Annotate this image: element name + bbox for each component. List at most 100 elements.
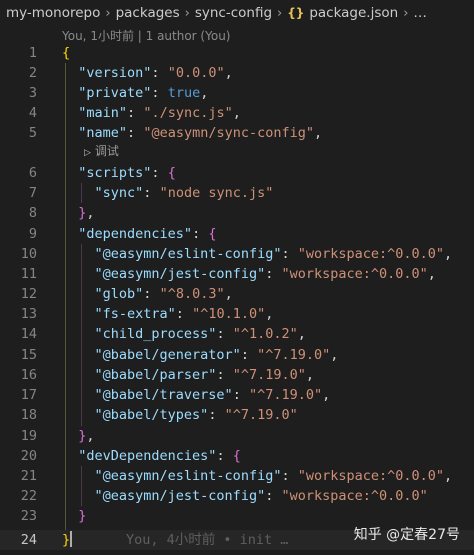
line-code: "@easymn/jest-config": "workspace:^0.0.0… — [62, 264, 436, 284]
code-token: , — [314, 125, 323, 141]
code-line[interactable]: 16 "@babel/parser": "^7.19.0", — [0, 365, 474, 385]
line-code: "child_process": "^1.0.2", — [62, 324, 306, 344]
code-token: , — [305, 367, 314, 383]
code-token: : — [216, 448, 233, 464]
code-line[interactable]: 13 "fs-extra": "^10.1.0", — [0, 304, 474, 324]
code-line[interactable]: 22 "@easymn/jest-config": "workspace:^0.… — [0, 486, 474, 506]
code-token: : — [208, 407, 225, 423]
code-token: "devDependencies" — [78, 448, 217, 464]
line-number: 8 — [28, 205, 37, 221]
code-token: "workspace:^0.0.0" — [281, 266, 428, 282]
code-line[interactable]: 17 "@babel/traverse": "^7.19.0", — [0, 385, 474, 405]
code-line[interactable]: 2 "version": "0.0.0", — [0, 63, 474, 83]
line-number: 11 — [20, 266, 37, 282]
line-code: "@babel/parser": "^7.19.0", — [62, 365, 314, 385]
code-token: : — [175, 306, 193, 322]
code-line[interactable]: 9 "dependencies": { — [0, 224, 474, 244]
code-token: "workspace:^0.0.0" — [297, 246, 445, 262]
play-icon: ▷ — [84, 148, 91, 158]
line-number: 3 — [28, 85, 37, 101]
line-code: "dependencies": { — [62, 224, 216, 244]
breadcrumb-item-packages[interactable]: packages — [116, 5, 180, 21]
code-line[interactable]: 6 "scripts": { — [0, 163, 474, 183]
breadcrumb-more[interactable]: … — [413, 5, 427, 21]
code-token: "workspace:^0.0.0" — [297, 468, 445, 484]
line-code: } — [62, 530, 73, 550]
code-line[interactable]: 4 "main": "./sync.js", — [0, 103, 474, 123]
line-code: }, — [62, 426, 94, 446]
code-line[interactable]: 7 "sync": "node sync.js" — [0, 183, 474, 203]
inline-git-blame[interactable]: You, 4小时前 • init … — [126, 530, 288, 550]
breadcrumb-item-file[interactable]: package.json — [309, 5, 398, 21]
line-number: 10 — [20, 246, 37, 262]
code-token: : — [151, 165, 168, 181]
code-token: , — [200, 85, 209, 101]
code-line[interactable]: 19 }, — [0, 426, 474, 446]
code-line[interactable]: 20 "devDependencies": { — [0, 446, 474, 466]
code-token: "workspace:^0.0.0" — [281, 488, 428, 504]
code-token: } — [78, 508, 87, 524]
code-token: "^7.19.0" — [248, 387, 323, 403]
code-token: : — [143, 286, 160, 302]
code-token: "@easymn/jest-config" — [94, 266, 266, 282]
code-token: "0.0.0" — [167, 65, 225, 81]
line-number: 4 — [28, 105, 37, 121]
line-code: "@babel/generator": "^7.19.0", — [62, 345, 339, 365]
breadcrumb: my-monorepo › packages › sync-config › {… — [0, 0, 474, 26]
line-code: "private": true, — [62, 83, 208, 103]
line-code: "@babel/types": "^7.19.0" — [62, 405, 298, 425]
code-line[interactable]: 11 "@easymn/jest-config": "workspace:^0.… — [0, 264, 474, 284]
code-token: "scripts" — [78, 165, 152, 181]
line-number: 14 — [20, 326, 37, 342]
code-line[interactable]: 1{ — [0, 43, 474, 63]
code-token: "@babel/types" — [94, 407, 209, 423]
line-number: 19 — [20, 428, 37, 444]
code-token: , — [224, 286, 233, 302]
line-code: { — [62, 43, 70, 63]
code-token: : — [265, 488, 282, 504]
code-token: "glob" — [94, 286, 144, 302]
code-token: , — [297, 326, 306, 342]
code-line[interactable]: 5 "name": "@easymn/sync-config", — [0, 123, 474, 143]
codelens-label: 调试 — [94, 144, 119, 158]
breadcrumb-item-root[interactable]: my-monorepo — [6, 5, 100, 21]
watermark: 知乎 @定春27号 — [353, 527, 460, 543]
code-line[interactable]: 14 "child_process": "^1.0.2", — [0, 324, 474, 344]
code-line[interactable]: 15 "@babel/generator": "^7.19.0", — [0, 345, 474, 365]
code-token: : — [265, 266, 282, 282]
debug-codelens[interactable]: ▷ 调试 — [84, 142, 119, 160]
code-token: "./sync.js" — [143, 105, 233, 121]
code-token: "node sync.js" — [159, 185, 274, 201]
code-token: , — [444, 468, 453, 484]
line-code: "main": "./sync.js", — [62, 103, 241, 123]
code-line[interactable]: 10 "@easymn/eslint-config": "workspace:^… — [0, 244, 474, 264]
line-number: 9 — [28, 226, 37, 242]
code-token: "version" — [78, 65, 152, 81]
code-token: "private" — [78, 85, 152, 101]
code-token: , — [322, 387, 331, 403]
code-token: : — [151, 85, 168, 101]
breadcrumb-item-sync-config[interactable]: sync-config — [195, 5, 272, 21]
code-line[interactable]: 3 "private": true, — [0, 83, 474, 103]
line-number: 6 — [28, 165, 37, 181]
code-token: , — [86, 205, 95, 221]
code-line[interactable]: 21 "@easymn/eslint-config": "workspace:^… — [0, 466, 474, 486]
code-token: "^10.1.0" — [192, 306, 266, 322]
code-token: "^8.0.3" — [159, 286, 225, 302]
line-code: "devDependencies": { — [62, 446, 241, 466]
chevron-right-icon: › — [105, 5, 111, 21]
code-line[interactable]: 18 "@babel/types": "^7.19.0" — [0, 405, 474, 425]
line-code: "@easymn/eslint-config": "workspace:^0.0… — [62, 244, 453, 264]
code-token: true — [167, 85, 201, 101]
code-line[interactable]: 8 }, — [0, 203, 474, 223]
code-line[interactable]: 12 "glob": "^8.0.3", — [0, 284, 474, 304]
line-code: }, — [62, 203, 95, 223]
